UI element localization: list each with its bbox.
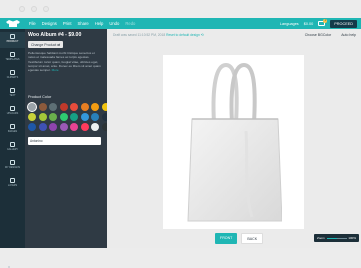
product-color-label: Product Color xyxy=(28,95,52,99)
text-icon xyxy=(10,88,15,93)
designs-icon xyxy=(10,160,15,165)
zoom-control: Zoom 100% xyxy=(314,234,359,242)
reset-design-link[interactable]: Reset to default design ⟲ xyxy=(166,33,203,37)
workspace-actions: Choose BGColor Auto help xyxy=(305,33,356,37)
nav-label: LAYERS xyxy=(7,184,18,187)
image-icon xyxy=(10,124,15,129)
color-swatch[interactable] xyxy=(91,123,99,131)
main-menu: File Designs Print Share Help Undo Redo xyxy=(29,18,135,29)
color-name-field[interactable]: Antonino xyxy=(28,137,101,145)
window-maximize-button[interactable] xyxy=(43,6,49,12)
window-minimize-button[interactable] xyxy=(31,6,37,12)
gallery-icon xyxy=(10,142,15,147)
nav-label: TEXT xyxy=(9,94,16,97)
layers-icon xyxy=(10,178,15,183)
nav-label: UPLOADS xyxy=(6,112,19,115)
color-swatch[interactable] xyxy=(49,123,57,131)
templates-icon xyxy=(10,52,15,57)
menu-print[interactable]: Print xyxy=(63,18,72,29)
zoom-slider-fill xyxy=(327,237,337,239)
menu-redo[interactable]: Redo xyxy=(125,18,135,29)
nav-label: CLIPARTS xyxy=(6,76,19,79)
menu-designs[interactable]: Designs xyxy=(42,18,57,29)
design-canvas[interactable] xyxy=(163,55,304,229)
menu-help[interactable]: Help xyxy=(95,18,104,29)
color-swatch[interactable] xyxy=(28,103,36,111)
product-title: Woo Album #4 - $9.00 xyxy=(28,32,82,38)
draft-status: Draft was saved 11:10:52 PM, 2018 Reset … xyxy=(113,33,204,37)
color-swatch[interactable] xyxy=(80,123,89,131)
back-button[interactable]: BACK xyxy=(241,233,264,244)
menu-undo[interactable]: Undo xyxy=(109,18,119,29)
side-navigation: PRODUCT TEMPLATES CLIPARTS TEXT UPLOADS … xyxy=(0,29,25,268)
nav-label: MY DESIGNS xyxy=(5,166,20,169)
nav-label: IMAGES xyxy=(7,130,18,133)
nav-item-gallery[interactable]: GALLERY xyxy=(0,140,25,156)
product-panel: Woo Album #4 - $9.00 Change Product ⇄ Pe… xyxy=(25,29,110,248)
color-swatch[interactable] xyxy=(49,103,57,111)
color-swatch[interactable] xyxy=(59,103,68,111)
zoom-slider[interactable] xyxy=(327,237,347,239)
color-swatch[interactable] xyxy=(70,123,78,131)
heart-icon xyxy=(10,70,15,75)
nav-item-product[interactable]: PRODUCT xyxy=(0,32,25,48)
menu-share[interactable]: Share xyxy=(78,18,89,29)
nav-label: PRODUCT xyxy=(6,40,19,43)
nav-label: GALLERY xyxy=(7,148,18,151)
change-product-button[interactable]: Change Product ⇄ xyxy=(28,41,64,48)
color-swatch[interactable] xyxy=(70,113,78,121)
nav-item-uploads[interactable]: UPLOADS xyxy=(0,104,25,120)
color-swatch[interactable] xyxy=(28,123,36,131)
design-workspace: Draft was saved 11:10:52 PM, 2018 Reset … xyxy=(107,29,361,248)
color-swatch[interactable] xyxy=(91,103,99,111)
color-swatch[interactable] xyxy=(38,103,47,111)
color-swatch[interactable] xyxy=(49,113,57,121)
side-toggle: FRONT BACK xyxy=(215,233,264,244)
app-window: File Designs Print Share Help Undo Redo … xyxy=(0,0,361,268)
zoom-value: 100% xyxy=(348,236,356,240)
browser-titlebar xyxy=(0,0,361,18)
logo-icon xyxy=(6,20,20,27)
product-description: Pellentesque habitant morbi tristique se… xyxy=(28,51,102,72)
shirt-icon xyxy=(10,34,15,39)
description-text: Pellentesque habitant morbi tristique se… xyxy=(28,51,101,73)
nav-item-text[interactable]: TEXT xyxy=(0,86,25,102)
nav-item-layers[interactable]: LAYERS xyxy=(0,176,25,192)
color-swatch[interactable] xyxy=(38,113,47,121)
color-swatch[interactable] xyxy=(28,113,36,121)
upload-icon xyxy=(10,106,15,111)
color-swatch[interactable] xyxy=(38,123,47,131)
color-swatch[interactable] xyxy=(91,113,99,121)
proceed-button[interactable]: PROCEED xyxy=(330,19,357,28)
nav-item-cliparts[interactable]: CLIPARTS xyxy=(0,68,25,84)
choose-bgcolor-button[interactable]: Choose BGColor xyxy=(305,33,331,37)
color-swatch[interactable] xyxy=(70,103,78,111)
cart-icon[interactable]: 1 xyxy=(318,19,328,26)
window-close-button[interactable] xyxy=(19,6,25,12)
nav-item-my-designs[interactable]: MY DESIGNS xyxy=(0,158,25,174)
front-button[interactable]: FRONT xyxy=(215,233,238,244)
nav-label: TEMPLATES xyxy=(5,58,20,61)
top-toolbar: File Designs Print Share Help Undo Redo … xyxy=(0,18,361,29)
draft-saved-text: Draft was saved 11:10:52 PM, 2018 xyxy=(113,33,166,37)
color-swatch[interactable] xyxy=(59,113,68,121)
color-swatch[interactable] xyxy=(59,123,68,131)
nav-item-images[interactable]: IMAGES xyxy=(0,122,25,138)
menu-file[interactable]: File xyxy=(29,18,36,29)
color-swatch-grid xyxy=(28,103,110,131)
nav-item-templates[interactable]: TEMPLATES xyxy=(0,50,25,66)
more-link[interactable]: More xyxy=(52,68,59,72)
cart-price: $0.00 xyxy=(303,21,314,26)
zoom-label: Zoom xyxy=(317,236,325,240)
cart-count-badge: 1 xyxy=(323,19,328,23)
color-swatch[interactable] xyxy=(80,113,89,121)
color-swatch[interactable] xyxy=(80,103,89,111)
toolbar-right: Languages $0.00 1 PROCEED xyxy=(280,18,357,29)
tote-bag-image xyxy=(187,62,282,222)
language-selector[interactable]: Languages xyxy=(280,22,299,26)
auto-help-toggle[interactable]: Auto help xyxy=(341,33,356,37)
